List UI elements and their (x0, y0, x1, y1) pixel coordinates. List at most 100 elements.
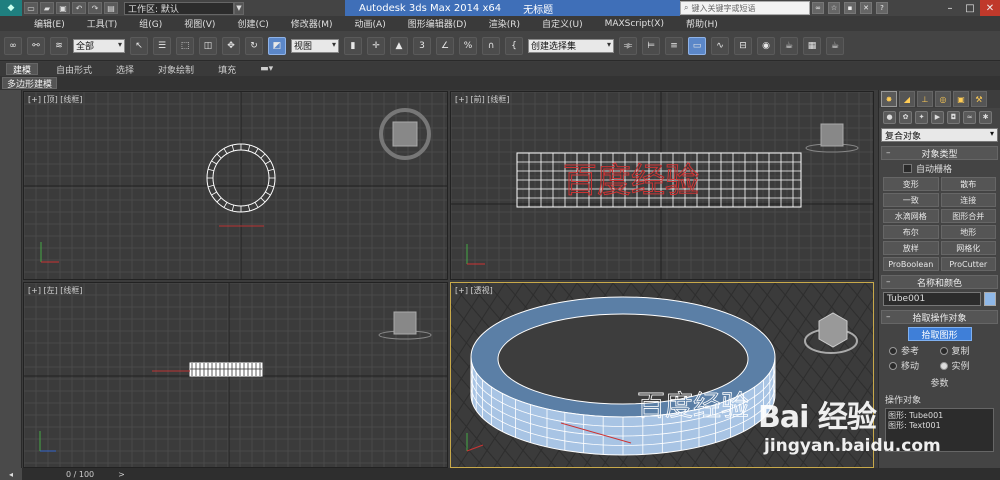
scatter-button[interactable]: 散布 (940, 177, 996, 191)
morph-button[interactable]: 变形 (883, 177, 939, 191)
binoculars-icon[interactable]: ∞ (812, 2, 824, 14)
menu-help[interactable]: 帮助(H) (686, 17, 718, 30)
create-tab-icon[interactable]: ✸ (881, 91, 897, 107)
hierarchy-tab-icon[interactable]: ⊥ (917, 91, 933, 107)
ribbon-sub-poly-modeling[interactable]: 多边形建模 (2, 77, 58, 90)
curve-editor-icon[interactable]: ∿ (711, 36, 729, 55)
params-header[interactable]: 参数 (885, 376, 994, 389)
menu-customize[interactable]: 自定义(U) (542, 17, 583, 30)
layer-manager-icon[interactable]: ≡ (665, 36, 683, 55)
keyboard-shortcut-icon[interactable]: ▲ (390, 36, 408, 55)
mesher-button[interactable]: 网格化 (940, 241, 996, 255)
undo-icon[interactable]: ↶ (72, 2, 86, 14)
menu-maxscript[interactable]: MAXScript(X) (605, 19, 664, 29)
proboolean-button[interactable]: ProBoolean (883, 257, 939, 271)
spacewarps-icon[interactable]: ≈ (963, 110, 976, 124)
snaps-toggle-icon[interactable]: 3 (413, 36, 431, 55)
selection-filter-dropdown[interactable]: 全部 (73, 38, 125, 53)
select-by-name-icon[interactable]: ☰ (153, 36, 171, 55)
viewport-front[interactable]: [+] [前] [线框] 百度经验 (450, 91, 874, 280)
select-object-icon[interactable]: ↖ (130, 36, 148, 55)
ribbon-tab-object-paint[interactable]: 对象绘制 (152, 63, 200, 76)
new-file-icon[interactable]: ▭ (24, 2, 38, 14)
object-type-header[interactable]: 对象类型 (881, 146, 998, 160)
unlink-icon[interactable]: ⚯ (27, 36, 45, 55)
menu-group[interactable]: 组(G) (139, 17, 162, 30)
align-icon[interactable]: ⊨ (642, 36, 660, 55)
object-name-field[interactable]: Tube001 (883, 292, 981, 306)
operands-list[interactable]: 图形: Tube001 图形: Text001 (885, 408, 994, 452)
exchange-icon[interactable]: ✕ (860, 2, 872, 14)
star-icon[interactable]: ☆ (828, 2, 840, 14)
name-color-header[interactable]: 名称和颜色 (881, 275, 998, 289)
menu-tools[interactable]: 工具(T) (87, 17, 118, 30)
conform-button[interactable]: 一致 (883, 193, 939, 207)
object-color-swatch[interactable] (984, 292, 996, 306)
percent-snap-icon[interactable]: % (459, 36, 477, 55)
display-tab-icon[interactable]: ▣ (953, 91, 969, 107)
operand-item[interactable]: 图形: Text001 (888, 421, 991, 431)
scale-icon[interactable]: ◩ (268, 36, 286, 55)
ribbon-tab-populate[interactable]: 填充 (212, 63, 242, 76)
viewport-left[interactable]: [+] [左] [线框] (23, 282, 448, 468)
viewport-perspective-label[interactable]: [+] [透视] (455, 285, 493, 296)
minimize-icon[interactable]: – (940, 0, 960, 16)
radio-reference[interactable]: 参考 (889, 344, 940, 357)
render-setup-icon[interactable]: ☕ (780, 36, 798, 55)
workspace-arrow-icon[interactable]: ▼ (234, 1, 244, 15)
edit-named-sel-icon[interactable]: { (505, 36, 523, 55)
systems-icon[interactable]: ✱ (979, 110, 992, 124)
modify-tab-icon[interactable]: ◢ (899, 91, 915, 107)
link-icon[interactable]: ∞ (4, 36, 22, 55)
menu-rendering[interactable]: 渲染(R) (489, 17, 520, 30)
rect-selection-icon[interactable]: ⬚ (176, 36, 194, 55)
pivot-center-icon[interactable]: ▮ (344, 36, 362, 55)
spinner-snap-icon[interactable]: ∩ (482, 36, 500, 55)
named-selection-dropdown[interactable]: 创建选择集 (528, 38, 614, 53)
menu-edit[interactable]: 编辑(E) (34, 17, 65, 30)
close-icon[interactable]: ✕ (980, 0, 1000, 16)
viewport-top-label[interactable]: [+] [顶] [线框] (28, 94, 83, 105)
menu-create[interactable]: 创建(C) (237, 17, 268, 30)
pick-operand-header[interactable]: 拾取操作对象 (881, 310, 998, 324)
viewport-perspective[interactable]: [+] [透视] 百度经验 (450, 282, 874, 468)
mirror-icon[interactable]: ⟚ (619, 36, 637, 55)
radio-move-dot[interactable] (889, 361, 897, 370)
procutter-button[interactable]: ProCutter (940, 257, 996, 271)
autogrid-box[interactable] (903, 164, 912, 173)
utilities-tab-icon[interactable]: ⚒ (971, 91, 987, 107)
autogrid-checkbox[interactable]: 自动栅格 (903, 162, 1000, 175)
blobmesh-button[interactable]: 水滴网格 (883, 209, 939, 223)
prev-frame-icon[interactable]: ◂ (0, 468, 22, 480)
ribbon-tab-freeform[interactable]: 自由形式 (50, 63, 98, 76)
material-editor-icon[interactable]: ◉ (757, 36, 775, 55)
viewport-left-label[interactable]: [+] [左] [线框] (28, 285, 83, 296)
viewport-top[interactable]: [+] [顶] [线框] (23, 91, 448, 280)
select-manipulate-icon[interactable]: ✛ (367, 36, 385, 55)
radio-move[interactable]: 移动 (889, 359, 940, 372)
radio-reference-dot[interactable] (889, 346, 897, 355)
shapemerge-button[interactable]: 图形合并 (940, 209, 996, 223)
boolean-button[interactable]: 布尔 (883, 225, 939, 239)
ribbon-options-icon[interactable]: ▬▾ (254, 63, 279, 75)
next-frame-icon[interactable]: > (118, 470, 125, 479)
operand-item[interactable]: 图形: Tube001 (888, 411, 991, 421)
connect-button[interactable]: 连接 (940, 193, 996, 207)
category-dropdown[interactable]: 复合对象 (881, 128, 998, 142)
pick-shape-button[interactable]: 拾取图形 (907, 327, 972, 341)
maximize-icon[interactable]: □ (960, 0, 980, 16)
project-icon[interactable]: ▤ (104, 2, 118, 14)
window-crossing-icon[interactable]: ◫ (199, 36, 217, 55)
loft-button[interactable]: 放样 (883, 241, 939, 255)
sign-in-icon[interactable]: ▪ (844, 2, 856, 14)
redo-icon[interactable]: ↷ (88, 2, 102, 14)
radio-copy[interactable]: 复制 (939, 344, 991, 357)
cameras-icon[interactable]: ▶ (931, 110, 944, 124)
ribbon-tab-selection[interactable]: 选择 (110, 63, 140, 76)
menu-animation[interactable]: 动画(A) (355, 17, 386, 30)
lights-icon[interactable]: ✦ (915, 110, 928, 124)
helpers-icon[interactable]: ◘ (947, 110, 960, 124)
save-file-icon[interactable]: ▣ (56, 2, 70, 14)
bind-spacewarp-icon[interactable]: ≋ (50, 36, 68, 55)
ribbon-toggle-icon[interactable]: ▭ (688, 36, 706, 55)
